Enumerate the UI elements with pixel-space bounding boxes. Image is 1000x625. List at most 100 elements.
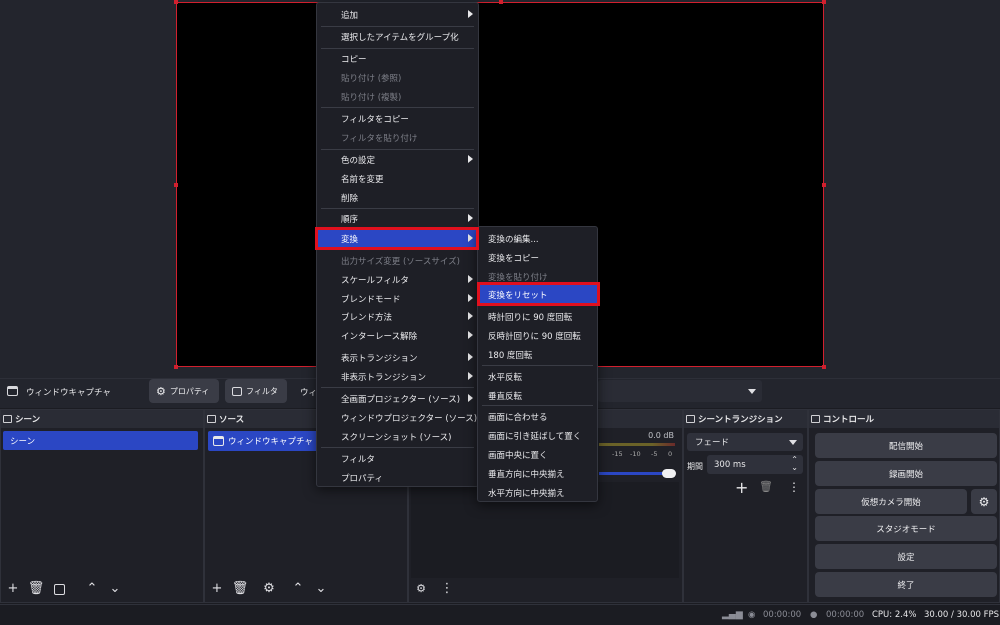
trash-icon[interactable]: 🗑 <box>232 582 249 596</box>
volume-meter <box>599 443 675 446</box>
resize-handle[interactable] <box>822 0 826 4</box>
add-icon[interactable]: + <box>735 478 748 497</box>
start-recording-button[interactable]: 録画開始 <box>815 461 997 486</box>
menu-item-label: 順序 <box>341 214 359 225</box>
chevron-up-icon[interactable]: ⌃ <box>85 582 99 596</box>
transform-menu-item[interactable]: 水平反転 <box>478 367 597 386</box>
transform-menu-item[interactable]: 垂直方向に中央揃え <box>478 464 597 483</box>
transition-type-select[interactable]: フェード <box>687 433 803 451</box>
chevron-down-icon[interactable]: ⌄ <box>108 582 122 596</box>
menu-item-label: フィルタをコピー <box>341 114 409 125</box>
properties-button[interactable]: ⚙ プロパティ <box>149 379 219 403</box>
menu-separator <box>321 387 474 388</box>
studio-mode-button[interactable]: スタジオモード <box>815 516 997 541</box>
cpu-usage: CPU: 2.4% <box>872 610 917 620</box>
source-dropdown[interactable] <box>598 380 762 402</box>
context-menu-item[interactable]: コピー <box>317 49 478 68</box>
window-capture-icon <box>7 386 18 396</box>
submenu-arrow-icon <box>468 155 473 163</box>
menu-item-label: 反時計回りに 90 度回転 <box>488 331 581 342</box>
context-menu-item[interactable]: 表示トランジション <box>317 348 478 367</box>
transform-menu-item[interactable]: 変換の編集... <box>478 229 597 248</box>
context-menu-item[interactable]: 順序 <box>317 209 478 228</box>
resize-handle[interactable] <box>174 183 178 187</box>
exit-button[interactable]: 終了 <box>815 572 997 597</box>
menu-item-label: 貼り付け (複製) <box>341 92 402 103</box>
transform-menu-item[interactable]: 画面中央に置く <box>478 445 597 464</box>
scene-list-item[interactable]: シーン <box>3 431 198 450</box>
menu-item-label: 変換を貼り付け <box>488 272 548 283</box>
dock-icon <box>3 415 12 423</box>
menu-separator <box>321 26 474 27</box>
context-menu-item[interactable]: 追加 <box>317 5 478 24</box>
volume-slider-handle[interactable] <box>662 469 676 478</box>
fps-display: 30.00 / 30.00 FPS <box>924 610 1000 620</box>
context-menu-item[interactable]: スケールフィルタ <box>317 270 478 289</box>
context-menu-item[interactable]: 削除 <box>317 188 478 207</box>
trash-icon[interactable]: 🗑 <box>759 480 773 493</box>
more-options-icon[interactable]: ⋮ <box>788 480 800 494</box>
menu-item-label: 時計回りに 90 度回転 <box>488 312 573 323</box>
transform-menu-item[interactable]: 画面に合わせる <box>478 407 597 426</box>
resize-handle[interactable] <box>822 183 826 187</box>
resize-handle[interactable] <box>822 365 826 369</box>
transform-menu-item[interactable]: 水平方向に中央揃え <box>478 483 597 502</box>
add-icon[interactable]: + <box>6 582 20 596</box>
menu-item-label: 水平反転 <box>488 372 523 383</box>
resize-handle[interactable] <box>174 365 178 369</box>
start-streaming-button[interactable]: 配信開始 <box>815 433 997 458</box>
context-menu-item[interactable]: 色の設定 <box>317 150 478 169</box>
context-menu-item[interactable]: フィルタをコピー <box>317 109 478 128</box>
transform-menu-item[interactable]: 反時計回りに 90 度回転 <box>478 326 597 345</box>
status-bar: ▂▄▆ ◉ 00:00:00 ● 00:00:00 CPU: 2.4% 30.0… <box>0 604 1000 625</box>
menu-separator <box>321 208 474 209</box>
settings-button[interactable]: 設定 <box>815 544 997 569</box>
resize-handle[interactable] <box>499 0 503 4</box>
scenes-dock: シーン シーン + 🗑 ⌃ ⌄ <box>0 409 204 603</box>
transform-menu-item[interactable]: 画面に引き延ばして置く <box>478 426 597 445</box>
meter-tick: -5 <box>651 450 658 458</box>
filter-icon[interactable] <box>52 582 66 596</box>
submenu-arrow-icon <box>468 294 473 302</box>
add-icon[interactable]: + <box>210 582 224 596</box>
menu-item-label: プロパティ <box>341 473 383 484</box>
menu-item-label: ブレンド方法 <box>341 312 393 323</box>
context-menu-item[interactable]: ブレンドモード <box>317 289 478 308</box>
chevron-down-icon[interactable]: ⌄ <box>314 582 328 596</box>
menu-item-label: スケールフィルタ <box>341 275 409 286</box>
transform-menu-item[interactable]: 変換をコピー <box>478 248 597 267</box>
context-menu-item[interactable]: インターレース解除 <box>317 326 478 345</box>
submenu-arrow-icon <box>468 331 473 339</box>
context-menu-item[interactable]: フィルタ <box>317 449 478 468</box>
stepper-icon[interactable]: ⌃ ⌄ <box>791 456 798 472</box>
gear-icon[interactable]: ⚙ <box>262 582 276 596</box>
menu-item-label: 画面に引き延ばして置く <box>488 431 582 442</box>
context-menu-item[interactable]: ウィンドウプロジェクター (ソース) <box>317 408 478 427</box>
menu-item-label: 垂直方向に中央揃え <box>488 469 565 480</box>
virtual-camera-settings-button[interactable]: ⚙ <box>971 489 997 514</box>
volume-slider-track[interactable] <box>599 472 665 475</box>
transform-menu-item[interactable]: 垂直反転 <box>478 386 597 405</box>
menu-item-label: 色の設定 <box>341 155 376 166</box>
context-menu-item[interactable]: プロパティ <box>317 468 478 487</box>
context-menu-item[interactable]: 全画面プロジェクター (ソース) <box>317 389 478 408</box>
context-menu-item[interactable]: 選択したアイテムをグループ化 <box>317 27 478 46</box>
context-menu-item[interactable]: 非表示トランジション <box>317 367 478 386</box>
transform-submenu: 変換の編集... 変換をコピー 変換を貼り付け 変換をリセット 時計回りに 90 度回転… <box>477 226 598 502</box>
chevron-up-icon[interactable]: ⌃ <box>291 582 305 596</box>
menu-item-label: 180 度回転 <box>488 350 533 361</box>
duration-input[interactable]: 300 ms ⌃ ⌄ <box>707 455 803 474</box>
context-menu-item[interactable]: 名前を変更 <box>317 169 478 188</box>
transform-menu-item[interactable]: 時計回りに 90 度回転 <box>478 307 597 326</box>
gear-icon[interactable]: ⚙ <box>414 582 428 596</box>
transform-menu-item[interactable]: 180 度回転 <box>478 345 597 364</box>
gear-icon: ⚙ <box>978 494 990 509</box>
filters-button[interactable]: フィルタ <box>225 379 287 403</box>
start-virtual-camera-button[interactable]: 仮想カメラ開始 <box>815 489 967 514</box>
context-menu-item[interactable]: スクリーンショット (ソース) <box>317 427 478 446</box>
menu-separator <box>321 107 474 108</box>
trash-icon[interactable]: 🗑 <box>28 582 45 596</box>
context-menu-item[interactable]: ブレンド方法 <box>317 307 478 326</box>
resize-handle[interactable] <box>174 0 178 4</box>
more-options-icon[interactable]: ⋮ <box>440 582 454 596</box>
